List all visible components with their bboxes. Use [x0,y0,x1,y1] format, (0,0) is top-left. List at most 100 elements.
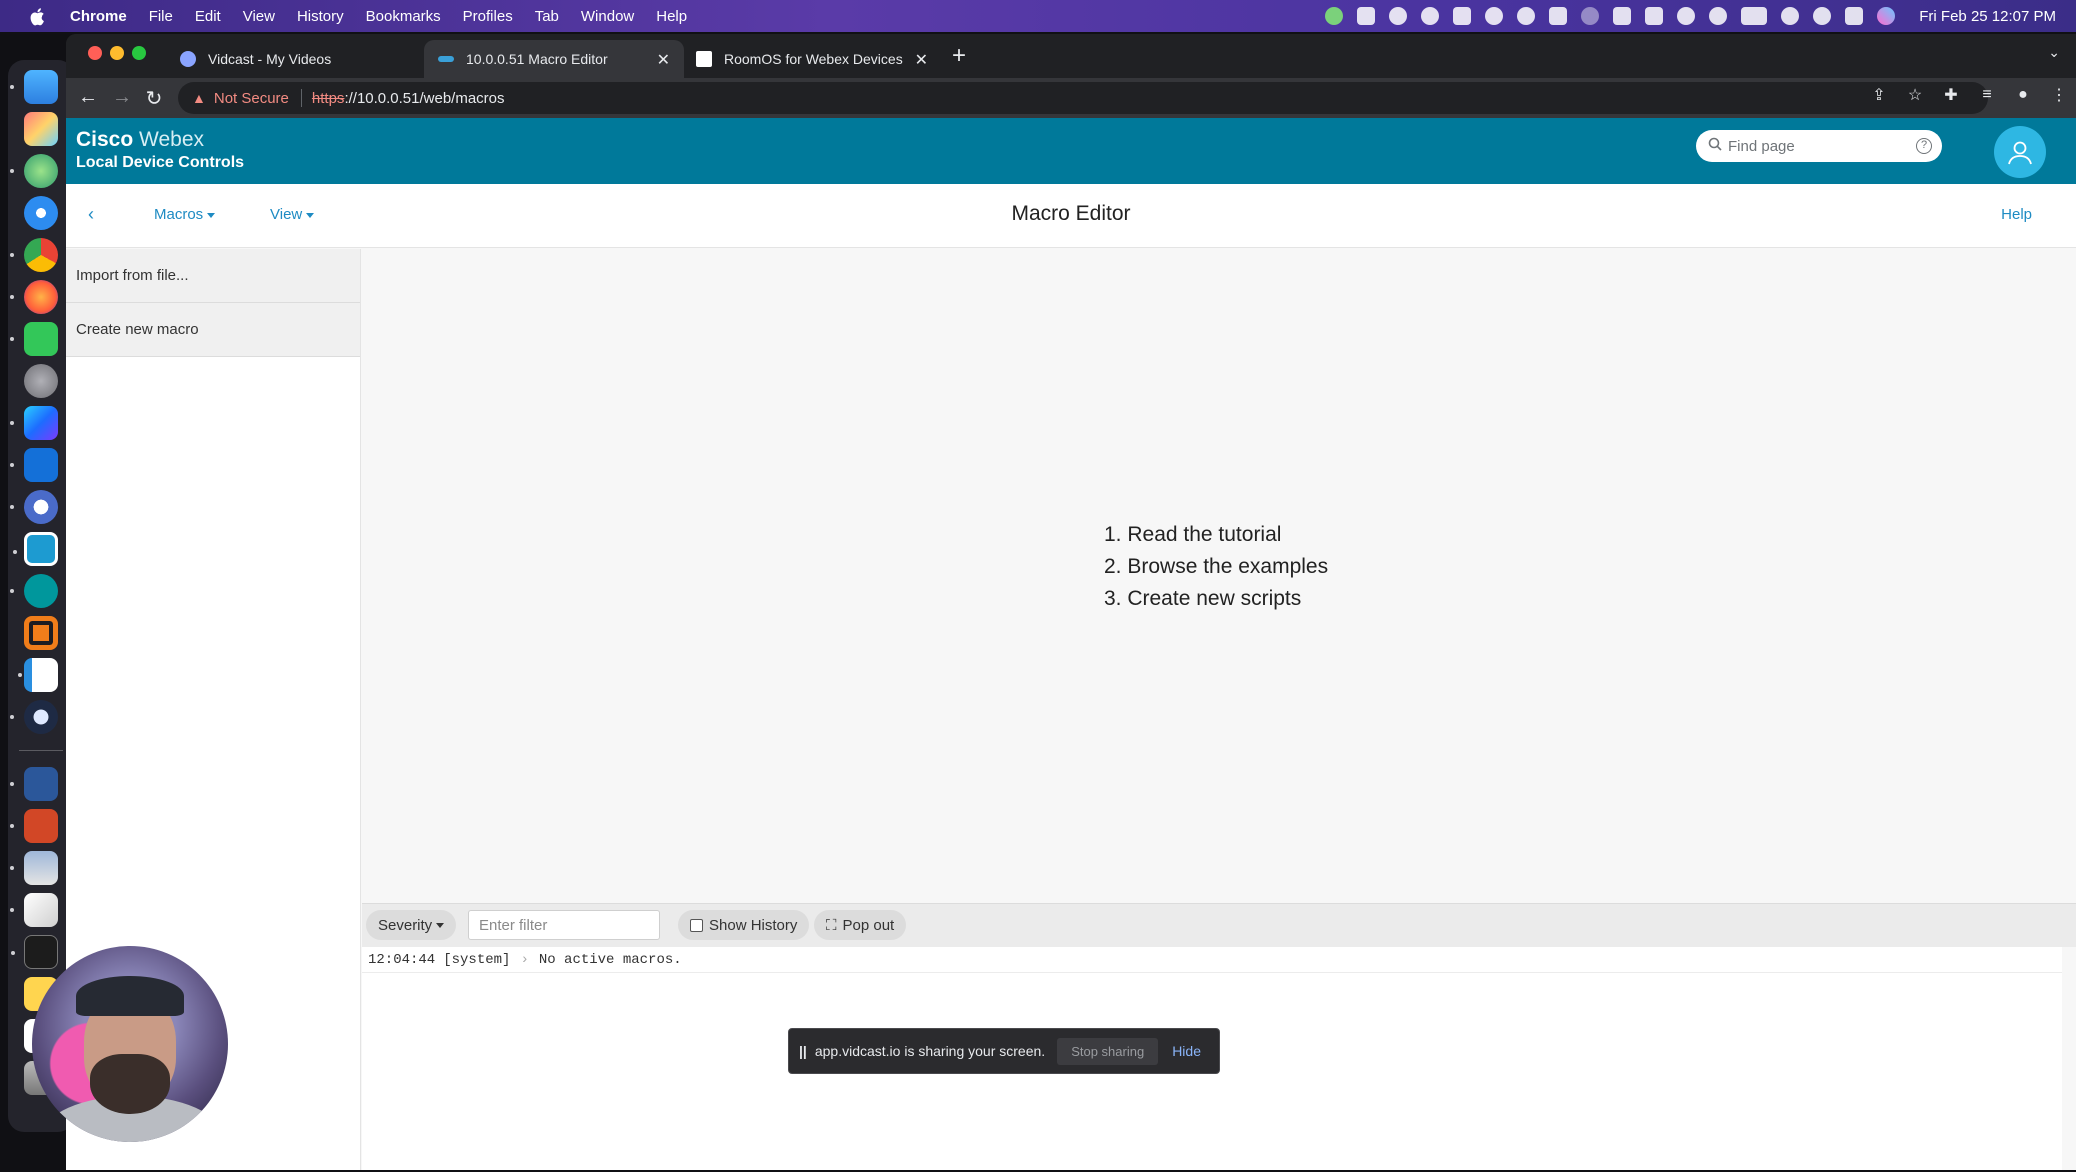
menu-bookmarks[interactable]: Bookmarks [366,8,441,25]
frame-app-icon[interactable] [13,532,58,566]
close-tab-icon[interactable]: ✕ [915,50,928,70]
airdrop-icon[interactable] [1677,7,1696,25]
step-read-tutorial[interactable]: 1. Read the tutorial [1104,519,1328,551]
user-avatar[interactable] [1994,126,2046,178]
tab-search-chevron-icon[interactable]: ⌄ [2048,44,2060,61]
speedometer-icon[interactable] [1517,7,1536,25]
globe-status-icon[interactable] [1325,7,1344,25]
search-helper-icon[interactable] [1581,7,1600,25]
word-icon[interactable] [10,767,58,801]
preview-icon[interactable] [10,851,58,885]
browser-toolbar: ← → ↻ ▲ Not Secure https ://10.0.0.51/we… [66,78,2076,118]
extensions-puzzle-icon[interactable]: ✚ [1942,86,1960,104]
vpn-icon[interactable] [1421,7,1440,25]
network-utility-icon[interactable] [10,700,58,734]
sublime-icon[interactable] [24,616,58,650]
security-status[interactable]: Not Secure [214,90,289,107]
tab-macro-editor[interactable]: 10.0.0.51 Macro Editor ✕ [424,40,684,78]
textedit-icon[interactable] [10,893,58,927]
running-indicator [10,824,14,828]
window-icon[interactable] [1645,7,1664,25]
running-indicator [10,505,14,509]
control-center-icon[interactable] [1845,7,1864,25]
close-window-button[interactable] [88,46,102,60]
brand[interactable]: Cisco Webex Local Device Controls [76,128,244,172]
hide-button[interactable]: Hide [1172,1043,1201,1059]
screen-record-icon[interactable] [1453,7,1472,25]
bookmark-star-icon[interactable]: ☆ [1906,86,1924,104]
screen: Chrome File Edit View History Bookmarks … [0,0,2076,1172]
menu-help[interactable]: Help [656,8,687,25]
webpage: Cisco Webex Local Device Controls Find p… [66,118,2076,1170]
fan-icon[interactable] [1485,7,1504,25]
maps-globe-icon[interactable] [10,154,58,188]
paw-app-icon[interactable] [10,490,58,524]
show-history-toggle[interactable]: Show History [678,910,810,940]
find-page-search[interactable]: Find page ? [1696,130,1942,162]
back-arrow-icon[interactable]: ← [76,86,100,109]
reload-icon[interactable]: ↻ [142,86,166,111]
step-browse-examples[interactable]: 2. Browse the examples [1104,551,1328,583]
safari-icon[interactable] [24,196,58,230]
profile-icon[interactable]: ● [2014,86,2032,104]
launchpad-icon[interactable] [24,112,58,146]
vscode-icon[interactable] [18,658,58,692]
apple-icon[interactable] [24,6,50,26]
create-new-macro-button[interactable]: Create new macro [66,303,360,357]
tab-roomos[interactable]: RoomOS for Webex Devices ✕ [682,40,942,78]
filter-input[interactable]: Enter filter [468,910,660,940]
menu-edit[interactable]: Edit [195,8,221,25]
new-tab-button[interactable]: + [952,42,966,70]
show-history-label: Show History [709,916,798,934]
menu-file[interactable]: File [149,8,173,25]
screen-share-icon[interactable] [1613,7,1632,25]
webcam-bubble[interactable] [32,946,228,1142]
menu-history[interactable]: History [297,8,344,25]
menu-tab[interactable]: Tab [535,8,559,25]
pop-out-button[interactable]: ⛶ Pop out [814,910,907,940]
brand-webex: Webex [133,128,205,151]
terminal-icon[interactable] [11,935,58,969]
outlook-icon[interactable] [10,448,58,482]
powerpoint-icon[interactable] [10,809,58,843]
network-icon[interactable] [1389,7,1408,25]
arduino-icon[interactable] [10,574,58,608]
minimize-window-button[interactable] [110,46,124,60]
help-link[interactable]: Help [2001,206,2032,223]
menubar-clock[interactable]: Fri Feb 25 12:07 PM [1919,8,2056,25]
system-preferences-icon[interactable] [24,364,58,398]
play-icon[interactable] [1709,7,1728,25]
cisco-favicon-icon [438,56,454,62]
zoom-window-button[interactable] [132,46,146,60]
kebab-menu-icon[interactable]: ⋮ [2050,86,2068,104]
siri-icon[interactable] [1877,7,1896,25]
reading-list-icon[interactable]: ≡ [1978,86,1996,104]
webex-icon[interactable] [10,406,58,440]
import-from-file-button[interactable]: Import from file... [66,249,360,303]
chrome-icon[interactable] [10,238,58,272]
severity-dropdown[interactable]: Severity [366,910,457,940]
messages-status-icon[interactable] [1549,7,1568,25]
cloud-icon[interactable] [1357,7,1376,25]
firefox-icon[interactable] [10,280,58,314]
menu-profiles[interactable]: Profiles [463,8,513,25]
battery-icon[interactable] [1741,7,1768,25]
running-indicator [10,908,14,912]
step-create-scripts[interactable]: 3. Create new scripts [1104,583,1328,615]
pause-icon[interactable]: || [799,1043,807,1059]
help-circle-icon[interactable]: ? [1916,138,1932,154]
messages-icon[interactable] [10,322,58,356]
menu-app-chrome[interactable]: Chrome [70,8,127,25]
stop-sharing-button[interactable]: Stop sharing [1057,1037,1159,1065]
address-bar[interactable]: ▲ Not Secure https ://10.0.0.51/web/macr… [178,82,1988,114]
show-history-checkbox[interactable] [690,918,703,932]
running-indicator [10,782,14,786]
menu-window[interactable]: Window [581,8,634,25]
wifi-icon[interactable] [1781,7,1800,25]
finder-icon[interactable] [10,70,58,104]
spotlight-search-icon[interactable] [1813,7,1832,25]
share-icon[interactable]: ⇪ [1870,86,1888,104]
menu-view[interactable]: View [243,8,275,25]
forward-arrow-icon[interactable]: → [110,86,134,109]
close-tab-icon[interactable]: ✕ [657,50,670,70]
